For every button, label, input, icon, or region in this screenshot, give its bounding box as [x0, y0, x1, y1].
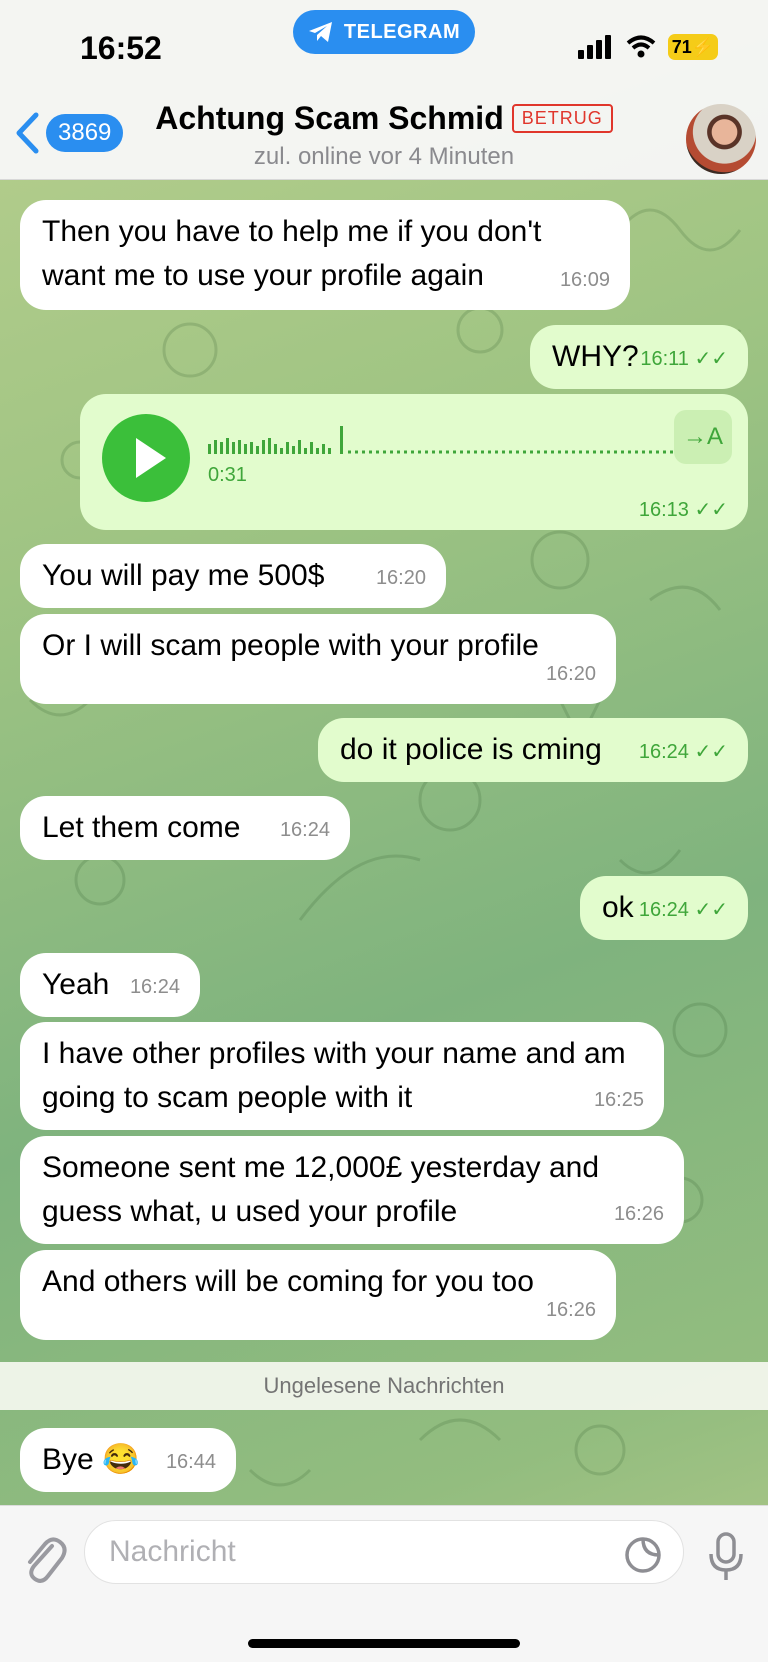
message-time: 16:24 ✓✓ — [638, 741, 728, 763]
message-text: Or I will scam people with your profile — [42, 629, 539, 662]
message-time: 16:44 — [165, 1451, 216, 1473]
message-outgoing[interactable]: WHY? 16:11 ✓✓ — [530, 325, 748, 389]
message-incoming[interactable]: I have other profiles with your name and… — [20, 1022, 664, 1130]
message-time: 16:20 — [545, 663, 596, 685]
message-time: 16:25 — [593, 1089, 644, 1111]
message-incoming[interactable]: Yeah 16:24 — [20, 953, 200, 1017]
home-indicator[interactable] — [248, 1639, 520, 1648]
message-composer: Nachricht — [0, 1505, 768, 1662]
read-check-icon: ✓✓ — [694, 741, 728, 763]
paperclip-icon[interactable] — [20, 1532, 68, 1588]
sticker-icon[interactable] — [623, 1535, 663, 1575]
wifi-icon — [626, 35, 656, 58]
message-time: 16:11 ✓✓ — [640, 348, 728, 370]
message-text: Bye 😂 — [42, 1443, 140, 1476]
message-text: do it police is cming — [340, 733, 602, 766]
voice-message[interactable]: 0:31 →A 16:13 ✓✓ — [80, 394, 748, 530]
battery-icon: 71 ⚡ — [668, 34, 718, 60]
message-time: 16:26 — [545, 1299, 596, 1321]
status-icons: 71 ⚡ — [578, 34, 718, 60]
message-text: Then you have to help me if you don't wa… — [42, 215, 542, 292]
message-text: You will pay me 500$ — [42, 559, 325, 592]
message-text: ok — [602, 891, 634, 924]
message-incoming[interactable]: You will pay me 500$ 16:20 — [20, 544, 446, 608]
read-check-icon: ✓✓ — [694, 348, 728, 370]
message-text: And others will be coming for you too — [42, 1265, 534, 1298]
message-incoming[interactable]: Someone sent me 12,000£ yesterday and gu… — [20, 1136, 684, 1244]
message-input[interactable]: Nachricht — [84, 1520, 684, 1584]
message-incoming[interactable]: And others will be coming for you too 16… — [20, 1250, 616, 1340]
telegram-icon — [308, 22, 332, 42]
voice-duration: 0:31 — [208, 464, 247, 486]
message-text: Let them come — [42, 811, 241, 844]
message-time: 16:13 ✓✓ — [638, 499, 728, 521]
last-seen-status: zul. online vor 4 Minuten — [253, 143, 515, 170]
message-time: 16:24 — [279, 819, 330, 841]
message-incoming[interactable]: Then you have to help me if you don't wa… — [20, 200, 630, 310]
message-time: 16:24 ✓✓ — [638, 899, 728, 921]
telegram-pill[interactable]: TELEGRAM — [293, 10, 475, 54]
message-text: Yeah — [42, 968, 110, 1001]
message-incoming[interactable]: Let them come 16:24 — [20, 796, 350, 860]
message-text: Someone sent me 12,000£ yesterday and gu… — [42, 1151, 600, 1228]
message-text: I have other profiles with your name and… — [42, 1037, 626, 1114]
message-time: 16:09 — [559, 269, 610, 291]
message-incoming[interactable]: Or I will scam people with your profile … — [20, 614, 616, 704]
scam-badge: BETRUG — [511, 104, 613, 133]
signal-icon — [578, 35, 611, 59]
play-button[interactable] — [102, 414, 190, 502]
avatar[interactable] — [686, 104, 756, 174]
page-title: Achtung Scam Schmid — [155, 100, 504, 136]
microphone-icon[interactable] — [706, 1532, 746, 1582]
message-outgoing[interactable]: do it police is cming 16:24 ✓✓ — [318, 718, 748, 782]
message-text: WHY? — [552, 340, 639, 373]
message-outgoing[interactable]: ok 16:24 ✓✓ — [580, 876, 748, 940]
waveform — [208, 426, 728, 454]
read-check-icon: ✓✓ — [694, 499, 728, 521]
message-time: 16:26 — [613, 1203, 664, 1225]
chat-header: 16:52 TELEGRAM 71 ⚡ 3869 Achtung Scam Sch… — [0, 0, 768, 180]
message-time: 16:24 — [129, 976, 180, 998]
battery-level: 71 — [671, 36, 692, 57]
unread-divider: Ungelesene Nachrichten — [0, 1362, 768, 1410]
read-check-icon: ✓✓ — [694, 899, 728, 921]
status-time: 16:52 — [80, 30, 162, 66]
message-time: 16:20 — [375, 567, 426, 589]
chat-title-block[interactable]: Achtung Scam Schmid BETRUG zul. online v… — [0, 100, 768, 171]
message-incoming[interactable]: Bye 😂 16:44 — [20, 1428, 236, 1492]
telegram-pill-label: TELEGRAM — [343, 20, 461, 43]
transcribe-button[interactable]: →A — [674, 410, 732, 464]
